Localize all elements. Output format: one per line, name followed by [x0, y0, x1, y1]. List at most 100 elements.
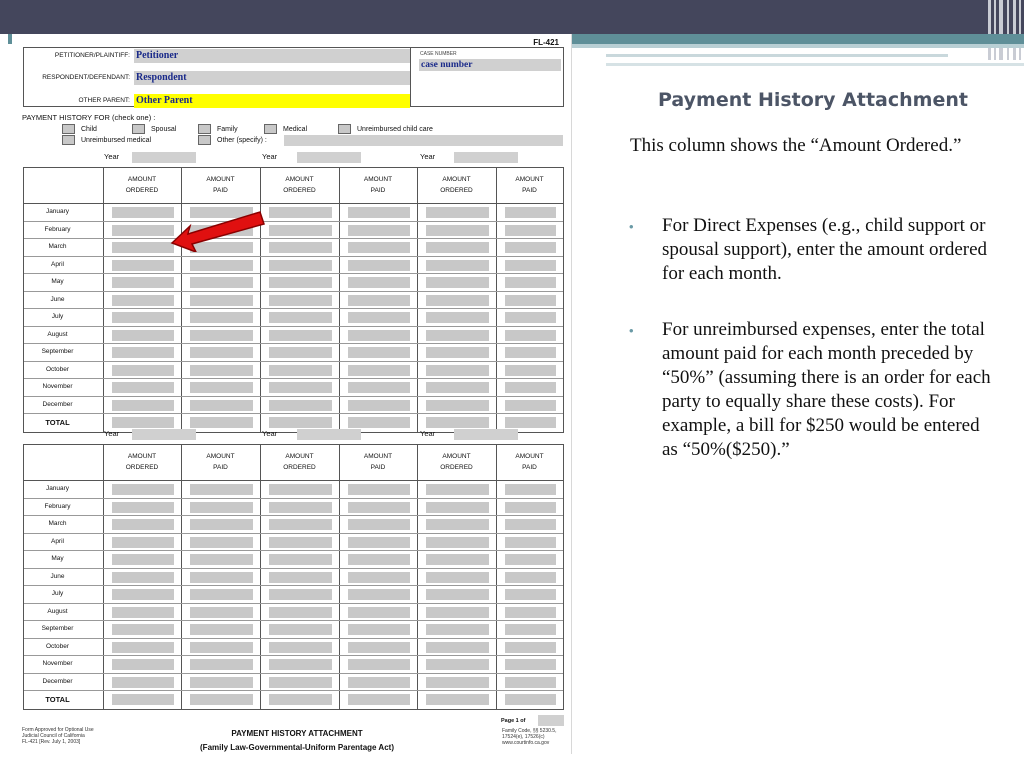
amount-ordered-field[interactable] [426, 329, 489, 341]
amount-ordered-field[interactable] [269, 501, 332, 513]
payment-type-checkbox[interactable]: Unreimbursed medical [62, 135, 151, 145]
amount-paid-field[interactable] [190, 554, 253, 565]
amount-paid-field[interactable] [348, 536, 410, 548]
amount-paid-field[interactable] [190, 417, 253, 428]
amount-paid-field[interactable] [190, 694, 253, 705]
amount-ordered-field[interactable] [112, 571, 174, 583]
amount-ordered-field[interactable] [426, 676, 489, 688]
amount-ordered-field[interactable] [426, 589, 489, 600]
amount-paid-field[interactable] [505, 312, 556, 323]
amount-paid-field[interactable] [348, 312, 410, 323]
amount-paid-field[interactable] [348, 329, 410, 341]
amount-paid-field[interactable] [505, 417, 556, 428]
year-field[interactable] [454, 429, 518, 440]
amount-paid-field[interactable] [505, 606, 556, 618]
amount-ordered-field[interactable] [112, 641, 174, 653]
amount-ordered-field[interactable] [112, 417, 174, 428]
amount-paid-field[interactable] [348, 694, 410, 705]
amount-ordered-field[interactable] [269, 294, 332, 306]
case-number-field[interactable]: case number [419, 59, 561, 71]
amount-paid-field[interactable] [505, 694, 556, 705]
amount-ordered-field[interactable] [269, 519, 332, 530]
amount-paid-field[interactable] [348, 207, 410, 218]
amount-paid-field[interactable] [348, 519, 410, 530]
amount-ordered-field[interactable] [426, 294, 489, 306]
amount-ordered-field[interactable] [269, 259, 332, 271]
amount-paid-field[interactable] [348, 294, 410, 306]
amount-ordered-field[interactable] [269, 641, 332, 653]
amount-paid-field[interactable] [348, 347, 410, 358]
amount-ordered-field[interactable] [112, 259, 174, 271]
amount-paid-field[interactable] [505, 554, 556, 565]
amount-paid-field[interactable] [505, 277, 556, 288]
amount-paid-field[interactable] [348, 417, 410, 428]
amount-paid-field[interactable] [348, 484, 410, 495]
amount-paid-field[interactable] [190, 676, 253, 688]
amount-paid-field[interactable] [505, 659, 556, 670]
amount-ordered-field[interactable] [426, 519, 489, 530]
payment-type-checkbox[interactable]: Medical [264, 124, 307, 134]
other-parent-field[interactable]: Other Parent [134, 93, 410, 108]
amount-ordered-field[interactable] [269, 694, 332, 705]
amount-paid-field[interactable] [348, 554, 410, 565]
amount-ordered-field[interactable] [112, 484, 174, 495]
amount-ordered-field[interactable] [112, 659, 174, 670]
amount-paid-field[interactable] [505, 242, 556, 253]
amount-paid-field[interactable] [348, 259, 410, 271]
amount-ordered-field[interactable] [426, 484, 489, 495]
amount-paid-field[interactable] [190, 399, 253, 411]
amount-paid-field[interactable] [505, 259, 556, 271]
amount-paid-field[interactable] [190, 659, 253, 670]
amount-ordered-field[interactable] [269, 277, 332, 288]
amount-paid-field[interactable] [505, 329, 556, 341]
amount-ordered-field[interactable] [112, 501, 174, 513]
amount-paid-field[interactable] [190, 312, 253, 323]
amount-paid-field[interactable] [348, 606, 410, 618]
amount-paid-field[interactable] [505, 536, 556, 548]
amount-paid-field[interactable] [505, 589, 556, 600]
amount-paid-field[interactable] [190, 641, 253, 653]
amount-paid-field[interactable] [505, 676, 556, 688]
payment-type-checkbox[interactable]: Unreimbursed child care [338, 124, 433, 134]
amount-ordered-field[interactable] [269, 536, 332, 548]
amount-ordered-field[interactable] [269, 484, 332, 495]
amount-paid-field[interactable] [190, 382, 253, 393]
amount-paid-field[interactable] [505, 347, 556, 358]
amount-paid-field[interactable] [190, 571, 253, 583]
amount-ordered-field[interactable] [269, 624, 332, 635]
amount-paid-field[interactable] [505, 519, 556, 530]
year-field[interactable] [132, 429, 196, 440]
amount-paid-field[interactable] [505, 571, 556, 583]
amount-paid-field[interactable] [190, 589, 253, 600]
payment-type-checkbox[interactable]: Other (specify) : [198, 135, 267, 145]
amount-ordered-field[interactable] [426, 641, 489, 653]
amount-ordered-field[interactable] [426, 606, 489, 618]
amount-ordered-field[interactable] [112, 382, 174, 393]
amount-paid-field[interactable] [190, 347, 253, 358]
amount-ordered-field[interactable] [112, 364, 174, 376]
amount-paid-field[interactable] [190, 536, 253, 548]
respondent-field[interactable]: Respondent [134, 70, 410, 85]
amount-paid-field[interactable] [505, 207, 556, 218]
amount-paid-field[interactable] [348, 589, 410, 600]
amount-paid-field[interactable] [348, 641, 410, 653]
amount-ordered-field[interactable] [269, 589, 332, 600]
year-field[interactable] [454, 152, 518, 163]
amount-ordered-field[interactable] [426, 259, 489, 271]
amount-ordered-field[interactable] [269, 571, 332, 583]
amount-ordered-field[interactable] [269, 329, 332, 341]
amount-ordered-field[interactable] [426, 312, 489, 323]
payment-type-checkbox[interactable]: Family [198, 124, 238, 134]
amount-ordered-field[interactable] [426, 571, 489, 583]
checkbox-icon[interactable] [62, 124, 75, 134]
amount-ordered-field[interactable] [426, 417, 489, 428]
amount-ordered-field[interactable] [112, 624, 174, 635]
amount-paid-field[interactable] [348, 624, 410, 635]
page-count-field[interactable] [538, 715, 564, 726]
amount-ordered-field[interactable] [112, 207, 174, 218]
amount-paid-field[interactable] [505, 641, 556, 653]
amount-ordered-field[interactable] [112, 399, 174, 411]
checkbox-icon[interactable] [132, 124, 145, 134]
amount-ordered-field[interactable] [112, 329, 174, 341]
amount-ordered-field[interactable] [269, 347, 332, 358]
